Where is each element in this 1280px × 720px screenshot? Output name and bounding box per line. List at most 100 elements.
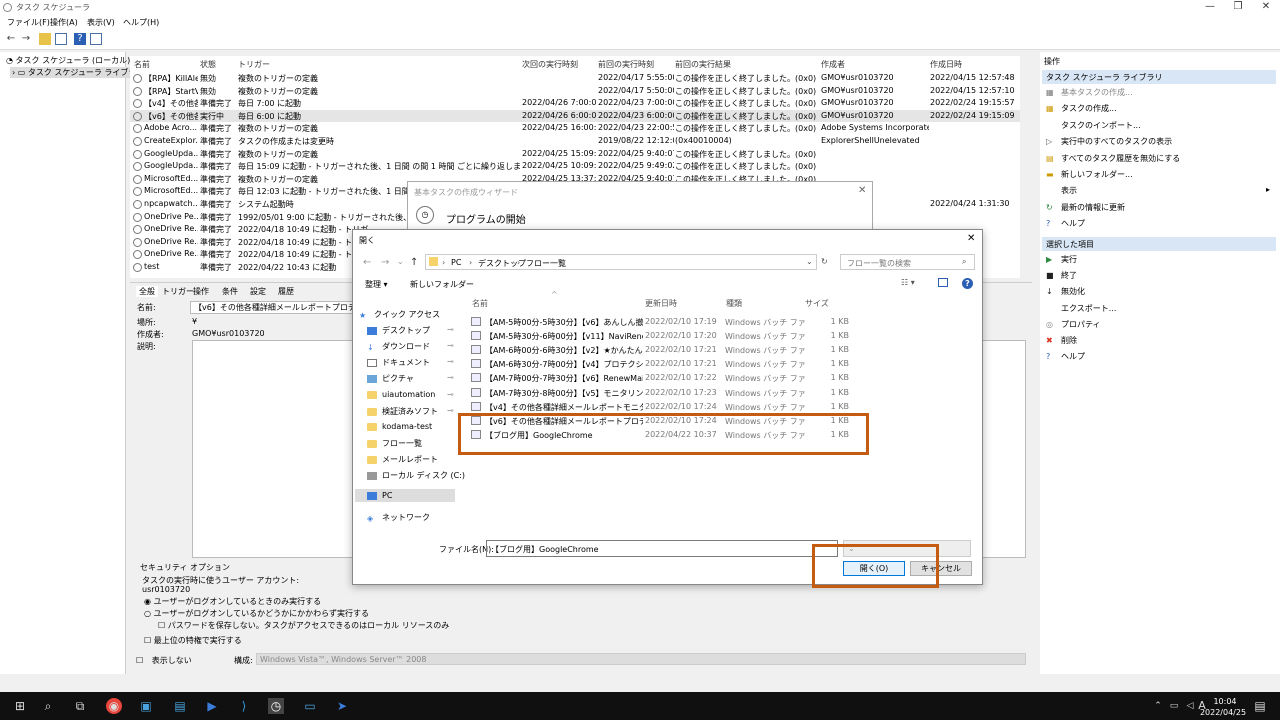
view-options-icon[interactable]: ☷ ▾ <box>901 278 915 287</box>
tab-actions[interactable]: 操作 <box>193 286 209 297</box>
nav-item[interactable]: フロー一覧 <box>367 438 422 449</box>
nav-item[interactable]: PC <box>355 489 455 502</box>
task-row[interactable]: 【RPA】StartV...無効 複数のトリガーの定義 2022/04/17 5:5… <box>130 85 1020 98</box>
preview-pane-icon[interactable] <box>938 278 948 287</box>
selected-action-item[interactable]: ? ヘルプ <box>1046 351 1085 362</box>
nav-item[interactable]: uiautomation ⊸ <box>367 390 454 399</box>
option-logged-on-or-not[interactable]: ○ ユーザーがログオンしているかどうかにかかわらず実行する <box>144 608 369 619</box>
menu-help[interactable]: ヘルプ(H) <box>123 17 159 28</box>
remote-desktop-icon[interactable]: ▤ <box>172 698 188 714</box>
nav-item[interactable]: ◈ ネットワーク <box>367 512 430 523</box>
power-automate-desktop-icon[interactable]: ➤ <box>334 698 350 714</box>
col-next-run[interactable]: 次回の実行時刻 <box>522 59 578 70</box>
pin-icon[interactable]: ⊸ <box>447 341 454 350</box>
nav-back-icon[interactable]: ← <box>363 257 371 268</box>
refresh-icon[interactable]: ↻ <box>821 257 828 266</box>
tab-conditions[interactable]: 条件 <box>222 286 238 297</box>
file-row[interactable]: 【v4】その他各種詳細メールレポートモニタリング2022/02/10 17:24… <box>469 400 853 414</box>
network-icon[interactable]: ▭ <box>1166 698 1182 714</box>
file-row[interactable]: 【AM-5時00分-5時30分】【v6】あんしん撤止... 2022/02/10 … <box>469 315 853 329</box>
tab-settings[interactable]: 設定 <box>250 286 266 297</box>
col-file-name[interactable]: 名前 <box>472 298 488 309</box>
menu-action[interactable]: 操作(A) <box>50 17 78 28</box>
task-row[interactable]: 【v6】その他各...実行中 毎日 6:00 に起動 2022/04/26 6:00… <box>130 109 1020 123</box>
nav-item[interactable]: メールレポート <box>367 454 438 465</box>
nav-item[interactable]: 検証済みソフト ⊸ <box>367 406 454 417</box>
task-list-scrollbar[interactable] <box>1022 56 1032 278</box>
tab-history[interactable]: 履歴 <box>278 286 294 297</box>
action-item[interactable]: ▷ 実行中のすべてのタスクの表示 <box>1046 136 1172 147</box>
chrome-icon[interactable]: ◉ <box>106 698 122 714</box>
organize-button[interactable]: 整理 ▾ <box>365 279 388 290</box>
col-status[interactable]: 状態 <box>200 59 216 70</box>
task-view-icon[interactable]: ⧉ <box>72 698 88 714</box>
nav-up-icon[interactable]: ↑ <box>410 257 418 268</box>
action-item[interactable]: タスクのインポート... <box>1046 120 1141 131</box>
task-row[interactable]: Adobe Acro... 準備完了 複数のトリガーの定義 2022/04/25 16… <box>130 122 1020 135</box>
col-author[interactable]: 作成者 <box>821 59 845 70</box>
task-row[interactable]: GoogleUpda... 準備完了 複数のトリガーの定義 2022/04/25 15… <box>130 148 1020 161</box>
address-bar[interactable]: › PC › デスクトップ › フロー一覧 ⌄ <box>425 254 817 270</box>
search-icon[interactable]: ⌕ <box>40 698 56 714</box>
nav-item[interactable]: kodama-test <box>367 422 432 431</box>
action-item[interactable]: ▦ タスクの作成... <box>1046 103 1117 114</box>
nav-item[interactable]: デスクトップ ⊸ <box>367 325 454 336</box>
file-row[interactable]: 【AM-7時00分-7時30分】【v6】RenewMailR... 2022/02… <box>469 371 853 385</box>
option-hidden[interactable]: ☐ 表示しない <box>136 655 192 666</box>
close-icon[interactable]: ✕ <box>1252 0 1280 14</box>
back-icon[interactable]: ← <box>5 33 17 45</box>
option-highest-privileges[interactable]: ☐ 最上位の特権で実行する <box>144 635 242 646</box>
option-no-password[interactable]: ☐ パスワードを保存しない。タスクがアクセスできるのはローカル リソースのみ <box>158 620 449 631</box>
forward-icon[interactable]: → <box>20 33 32 45</box>
task-scheduler-taskbar-icon[interactable]: ◷ <box>268 698 284 714</box>
pin-icon[interactable]: ⊸ <box>447 357 454 366</box>
pin-icon[interactable]: ⊸ <box>447 406 454 415</box>
action-item[interactable]: 表示 ▸ <box>1046 185 1270 196</box>
action-item[interactable]: ▬ 新しいフォルダー... <box>1046 169 1133 180</box>
col-file-type[interactable]: 種類 <box>726 298 742 309</box>
breadcrumb-flowlist[interactable]: フロー一覧 <box>526 258 566 269</box>
nav-item[interactable]: ドキュメント ⊸ <box>367 357 454 368</box>
app-window-icon[interactable]: ▭ <box>302 698 318 714</box>
minimize-icon[interactable]: — <box>1196 0 1224 14</box>
file-row[interactable]: 【AM-5時30分-6時00分】【v11】NaviRenew... 2022/02… <box>469 329 853 343</box>
nav-item[interactable]: ローカル ディスク (C:) <box>367 470 465 481</box>
show-hide-action-pane-icon[interactable] <box>90 33 102 45</box>
col-last-run[interactable]: 前回の実行時刻 <box>598 59 654 70</box>
notification-icon[interactable]: ▤ <box>1252 698 1268 714</box>
tab-triggers[interactable]: トリガー <box>162 286 194 297</box>
section-library[interactable]: タスク スケジューラ ライブラリ <box>1042 70 1276 84</box>
search-input[interactable]: フロー一覧の検索 <box>840 254 975 270</box>
vscode-icon[interactable]: ⟩ <box>236 698 252 714</box>
tree-library[interactable]: › ▭ タスク スケジューラ ライブラリ <box>10 67 147 78</box>
action-item[interactable]: ↻ 最新の情報に更新 <box>1046 202 1125 213</box>
file-row[interactable]: 【AM-7時30分-8時00分】【v5】モニタリング導...2022/02/10… <box>469 386 853 400</box>
nav-forward-icon[interactable]: → <box>381 257 389 268</box>
selected-action-item[interactable]: ↓ 無効化 <box>1046 286 1085 297</box>
file-row[interactable]: 【AM-6時30分-7時00分】【v4】プロテクション...2022/02/10… <box>469 357 853 371</box>
pin-icon[interactable]: ⊸ <box>447 325 454 334</box>
filename-input[interactable]: 【ブログ用】GoogleChrome <box>486 540 838 557</box>
pin-icon[interactable]: ⊸ <box>447 373 454 382</box>
nav-recent-icon[interactable]: ⌄ <box>397 257 404 266</box>
menu-file[interactable]: ファイル(F) <box>7 17 50 28</box>
help-icon[interactable]: ? <box>962 278 973 289</box>
clock-time[interactable]: 10:04 <box>1208 697 1242 706</box>
maximize-icon[interactable]: ❐ <box>1224 0 1252 14</box>
task-row[interactable]: 【RPA】KillAlert無効 複数のトリガーの定義 2022/04/17 5:5… <box>130 72 1020 85</box>
task-row[interactable]: CreateExplor... 準備完了 タスクの作成または変更時 2019/08/2… <box>130 135 1020 148</box>
file-row[interactable]: 【AM-6時00分-6時30分】【v2】★かんたん更... 2022/02/10 … <box>469 343 853 357</box>
folder-up-icon[interactable] <box>39 33 51 45</box>
help-icon[interactable]: ? <box>74 33 86 45</box>
col-file-size[interactable]: サイズ <box>805 298 829 309</box>
tray-chevron-icon[interactable]: ⌃ <box>1150 698 1166 714</box>
selected-action-item[interactable]: ◎ プロパティ <box>1046 319 1101 330</box>
clock-date[interactable]: 2022/04/25 <box>1198 708 1248 717</box>
tab-general[interactable]: 全般 <box>136 286 158 297</box>
windows-start-icon[interactable]: ⊞ <box>12 698 28 714</box>
nav-item[interactable]: ↓ ダウンロード ⊸ <box>367 341 454 352</box>
col-last-result[interactable]: 前回の実行結果 <box>675 59 731 70</box>
show-hide-tree-icon[interactable] <box>55 33 67 45</box>
selected-action-item[interactable]: ✖ 削除 <box>1046 335 1077 346</box>
new-folder-button[interactable]: 新しいフォルダー <box>410 279 474 290</box>
